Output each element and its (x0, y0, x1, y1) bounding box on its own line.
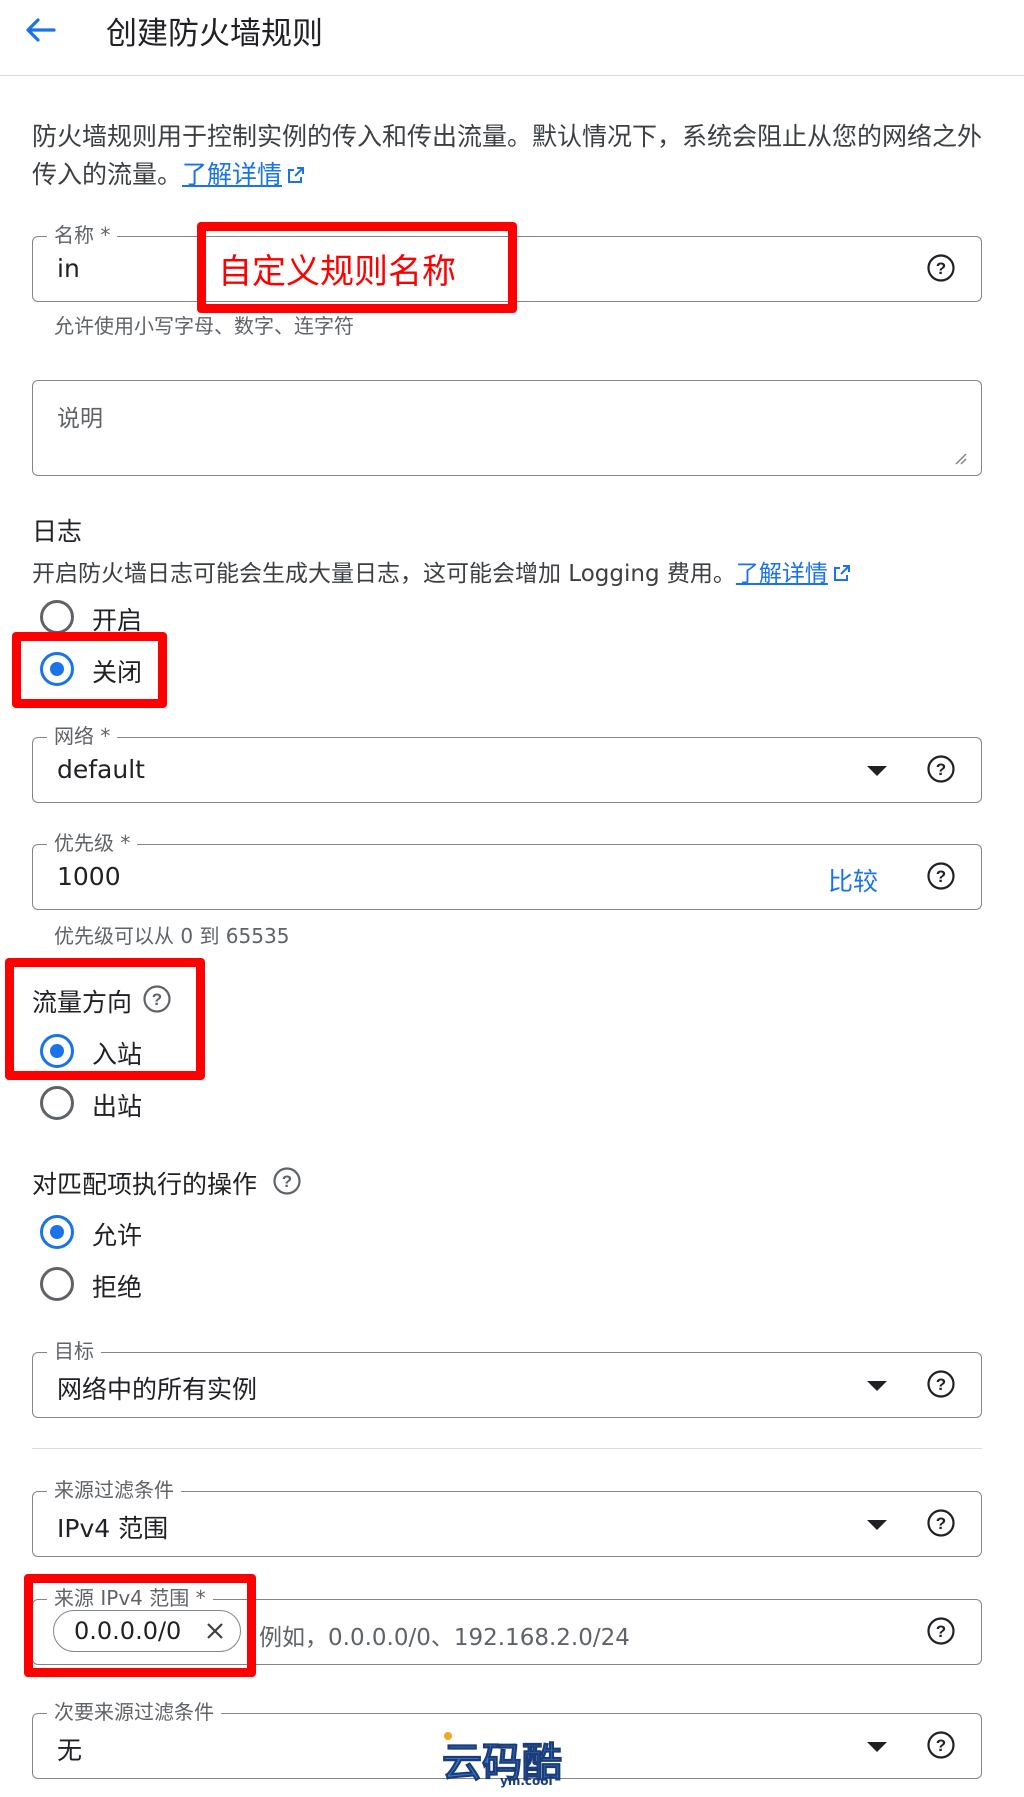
logs-learn-more-link[interactable]: 了解详情 (736, 561, 828, 587)
target-select-value: 网络中的所有实例 (57, 1375, 258, 1404)
source-filter-value: IPv4 范围 (57, 1514, 169, 1543)
target-select[interactable]: 目标 网络中的所有实例 ? (32, 1337, 982, 1418)
intro-description: 防火墙规则用于控制实例的传入和传出流量。默认情况下，系统会阻止从您的网络之外传入… (32, 122, 983, 189)
help-icon[interactable]: ? (926, 861, 956, 891)
annotation-box-logs (12, 632, 167, 708)
description-textarea[interactable]: 说明 (32, 380, 982, 476)
priority-field-hint: 优先级可以从 0 到 65535 (54, 924, 290, 948)
logs-description: 开启防火墙日志可能会生成大量日志，这可能会增加 Logging 费用。了解详情 (32, 554, 852, 588)
svg-text:?: ? (936, 867, 946, 886)
help-icon[interactable]: ? (926, 1616, 956, 1646)
priority-field-label: 优先级 * (47, 829, 138, 857)
intro-text: 防火墙规则用于控制实例的传入和传出流量。默认情况下，系统会阻止从您的网络之外传入… (32, 118, 992, 194)
name-field-value[interactable]: in (57, 254, 80, 283)
source-filter-select[interactable]: 来源过滤条件 IPv4 范围 ? (32, 1476, 982, 1557)
back-arrow-icon[interactable] (20, 10, 60, 50)
svg-text:?: ? (936, 1736, 946, 1755)
description-placeholder: 说明 (57, 406, 103, 432)
svg-text:?: ? (936, 1375, 946, 1394)
svg-text:?: ? (936, 1622, 946, 1641)
divider (32, 1448, 982, 1449)
help-icon[interactable]: ? (272, 1166, 302, 1196)
watermark-logo: 云码酷 ym.cool (442, 1730, 582, 1790)
radio-direction-egress[interactable] (40, 1086, 74, 1120)
priority-field-value[interactable]: 1000 (57, 862, 121, 891)
page-title: 创建防火墙规则 (106, 16, 323, 52)
radio-direction-egress-label: 出站 (92, 1092, 143, 1121)
compare-button[interactable]: 比较 (828, 862, 878, 898)
watermark-dot (444, 1732, 452, 1740)
help-icon[interactable]: ? (926, 754, 956, 784)
source-ipv4-placeholder: 例如，0.0.0.0/0、192.168.2.0/24 (259, 1625, 630, 1651)
dropdown-caret-icon[interactable] (867, 766, 887, 776)
annotation-box-ipv4 (24, 1574, 256, 1677)
svg-text:?: ? (282, 1172, 292, 1191)
target-select-label: 目标 (47, 1337, 101, 1365)
external-link-icon (288, 167, 305, 183)
logs-title: 日志 (32, 517, 83, 546)
watermark-subtext: ym.cool (500, 1774, 553, 1788)
radio-action-allow[interactable] (40, 1215, 74, 1249)
annotation-box-direction (5, 958, 205, 1080)
network-select-label: 网络 * (47, 722, 118, 750)
svg-text:?: ? (936, 1514, 946, 1533)
help-icon[interactable]: ? (926, 253, 956, 283)
name-field-hint: 允许使用小写字母、数字、连字符 (54, 314, 354, 338)
dropdown-caret-icon[interactable] (867, 1520, 887, 1530)
source-filter-label: 来源过滤条件 (47, 1476, 181, 1504)
learn-more-link[interactable]: 了解详情 (182, 160, 282, 189)
radio-action-deny[interactable] (40, 1267, 74, 1301)
radio-action-deny-label: 拒绝 (92, 1273, 143, 1302)
external-link-icon (833, 565, 850, 581)
radio-action-allow-label: 允许 (92, 1221, 143, 1250)
network-select[interactable]: 网络 * default ? (32, 722, 982, 803)
svg-text:?: ? (936, 760, 946, 779)
svg-text:?: ? (936, 259, 946, 278)
help-icon[interactable]: ? (926, 1508, 956, 1538)
secondary-source-filter-label: 次要来源过滤条件 (47, 1698, 221, 1726)
help-icon[interactable]: ? (926, 1369, 956, 1399)
annotation-text: 自定义规则名称 (218, 252, 456, 292)
resize-handle-icon[interactable] (953, 451, 967, 465)
secondary-source-filter-value: 无 (57, 1736, 83, 1765)
dropdown-caret-icon[interactable] (867, 1742, 887, 1752)
action-title: 对匹配项执行的操作 (32, 1170, 258, 1199)
priority-field[interactable]: 优先级 * 1000 比较 ? (32, 829, 982, 910)
radio-logs-on[interactable] (40, 600, 74, 634)
dropdown-caret-icon[interactable] (867, 1381, 887, 1391)
network-select-value: default (57, 755, 145, 784)
name-field-label: 名称 * (47, 221, 118, 249)
logs-description-text: 开启防火墙日志可能会生成大量日志，这可能会增加 Logging 费用。 (32, 561, 736, 587)
help-icon[interactable]: ? (926, 1730, 956, 1760)
